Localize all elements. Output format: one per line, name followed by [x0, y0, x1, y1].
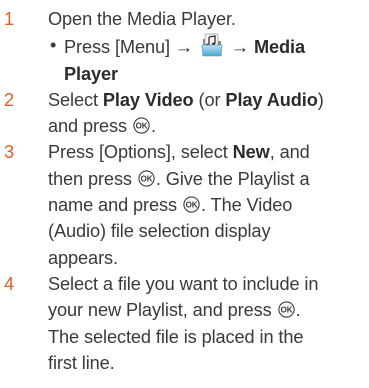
media-folder-icon [201, 33, 223, 57]
menu-target: Player [64, 63, 119, 84]
ok-key-icon: OK [277, 301, 295, 318]
step-4: 4 Select a file you want to include in yo… [4, 271, 366, 376]
step-1: 1 Open the Media Player. • Press [Menu] … [4, 6, 366, 87]
step-3: 3 Press [Options], select New, and then p… [4, 139, 366, 270]
arrow: → [174, 37, 193, 58]
step-number: 1 [4, 9, 15, 29]
ok-key-icon: OK [183, 196, 200, 213]
step-2: 2 Select Play Video (or Play Audio) and p… [4, 87, 366, 140]
substep-text: Press [Menu] [64, 37, 170, 58]
menu-target: Media [253, 37, 305, 58]
step-text: Select a file you want to include in your… [48, 273, 319, 373]
svg-text:OK: OK [186, 200, 198, 209]
step-text: Open the Media Player. [48, 9, 236, 29]
arrow: → [230, 37, 249, 58]
svg-text:OK: OK [140, 174, 152, 183]
bullet: • [50, 35, 57, 56]
step-number: 4 [4, 273, 15, 294]
steps-list: 1 Open the Media Player. • Press [Menu] … [4, 6, 366, 376]
ok-key-icon: OK [133, 117, 150, 134]
step-text: Select Play Video (or Play Audio) and pre… [48, 89, 324, 137]
svg-text:OK: OK [280, 306, 292, 315]
instruction-page: 1 Open the Media Player. • Press [Menu] … [0, 0, 369, 388]
step-number: 3 [4, 142, 15, 163]
ok-key-icon: OK [138, 170, 155, 187]
step-number: 2 [4, 89, 15, 110]
svg-text:OK: OK [136, 122, 148, 131]
substep: • Press [Menu] → → Media Player [48, 32, 366, 87]
step-text: Press [Options], select New, and then pre… [48, 142, 310, 268]
